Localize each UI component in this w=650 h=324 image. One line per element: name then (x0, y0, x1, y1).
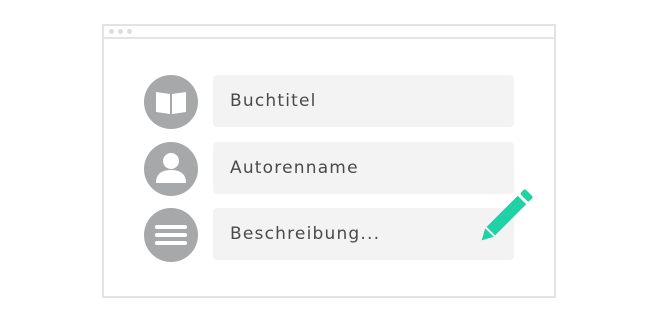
window-control-dot (118, 29, 123, 34)
book-title-field[interactable]: Buchtitel (213, 75, 514, 127)
pencil-icon (472, 184, 538, 254)
book-icon (144, 75, 198, 129)
window-control-dot (127, 29, 132, 34)
user-icon (144, 142, 198, 196)
text-lines-icon (144, 208, 198, 262)
window-titlebar (104, 26, 554, 39)
window-control-dot (109, 29, 114, 34)
author-name-field[interactable]: Autorenname (213, 142, 514, 194)
description-field[interactable]: Beschreibung... (213, 208, 514, 260)
